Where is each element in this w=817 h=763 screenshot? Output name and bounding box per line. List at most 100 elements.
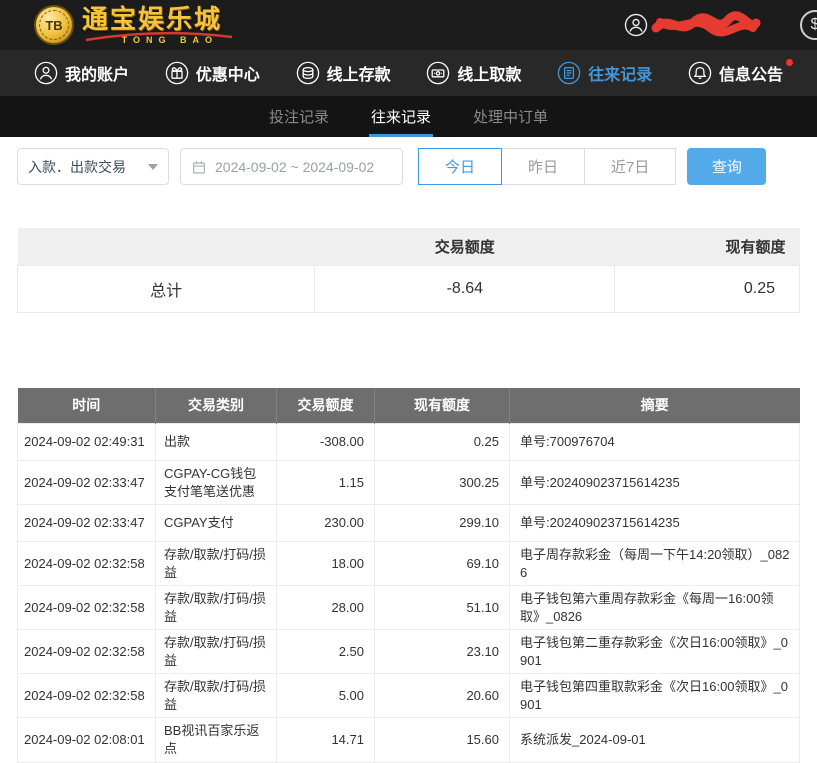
cell-type: CGPAY支付 [156,505,277,542]
cell-balance: 15.60 [375,718,510,762]
table-row: 2024-09-02 02:49:31出款-308.000.25单号:70097… [18,424,800,461]
nav-item-transaction-records[interactable]: 往来记录 [557,61,652,85]
withdraw-icon [426,61,450,85]
cell-type: BB视讯百家乐返点 [156,718,277,762]
bell-icon [688,61,712,85]
table-row: 2024-09-02 02:33:47CGPAY-CG钱包支付笔笔送优惠1.15… [18,461,800,505]
date-range-input[interactable]: 2024-09-02 ~ 2024-09-02 [180,148,403,185]
cell-type: 存款/取款/打码/损益 [156,630,277,674]
records-section: 时间 交易类别 交易额度 现有额度 摘要 2024-09-02 02:49:31… [17,388,800,763]
currency-symbol: $ [811,16,817,34]
cell-summary: 电子钱包第二重存款彩金《次日16:00领取》_0901 [510,630,800,674]
summary-total-amount: -8.64 [315,265,615,312]
cell-summary: 单号:202409023715614235 [510,461,800,505]
tab-betting-records[interactable]: 投注记录 [267,96,331,137]
cell-balance: 69.10 [375,542,510,586]
transaction-type-select[interactable]: 入款．出款交易 [17,148,169,185]
summary-header-row: 交易额度 现有额度 [18,228,800,265]
nav-label: 我的账户 [65,61,129,85]
header-time: 时间 [18,388,156,424]
cell-balance: 20.60 [375,674,510,718]
cell-summary: 电子钱包第六重周存款彩金《每周一16:00领取》_0826 [510,586,800,630]
cell-balance: 51.10 [375,586,510,630]
cell-summary: 单号:202409023715614235 [510,505,800,542]
notification-dot [786,59,793,66]
cell-balance: 299.10 [375,505,510,542]
records-table-body: 2024-09-02 02:49:31出款-308.000.25单号:70097… [18,424,800,763]
chevron-down-icon [148,164,158,170]
today-button[interactable]: 今日 [418,148,502,185]
nav-item-online-deposit[interactable]: 线上存款 [296,61,391,85]
cell-amount: 2.50 [277,630,375,674]
brand-swoosh [84,30,234,42]
cell-summary: 电子钱包第四重取款彩金《次日16:00领取》_0901 [510,674,800,718]
cell-amount: 5.00 [277,674,375,718]
nav-item-my-account[interactable]: 我的账户 [34,61,129,85]
summary-total-label: 总计 [18,265,315,312]
cell-time: 2024-09-02 02:08:01 [18,718,156,762]
summary-table: 交易额度 现有额度 总计 -8.64 0.25 [17,228,800,313]
date-range-value: 2024-09-02 ~ 2024-09-02 [215,159,374,175]
cell-amount: 230.00 [277,505,375,542]
table-row: 2024-09-02 02:32:58存款/取款/打码/损益28.0051.10… [18,586,800,630]
table-row: 2024-09-02 02:32:58存款/取款/打码/损益18.0069.10… [18,542,800,586]
cell-amount: 18.00 [277,542,375,586]
summary-section: 交易额度 现有额度 总计 -8.64 0.25 [17,228,800,313]
cell-time: 2024-09-02 02:32:58 [18,542,156,586]
cell-time: 2024-09-02 02:49:31 [18,424,156,461]
summary-header-amount: 交易额度 [315,228,615,265]
nav-label: 优惠中心 [196,61,260,85]
user-avatar-icon[interactable] [624,13,648,37]
records-header-row: 时间 交易类别 交易额度 现有额度 摘要 [18,388,800,424]
summary-total-row: 总计 -8.64 0.25 [18,265,800,312]
table-row: 2024-09-02 02:32:58存款/取款/打码/损益5.0020.60电… [18,674,800,718]
cell-balance: 300.25 [375,461,510,505]
nav-label: 线上取款 [457,61,521,85]
nav-item-promotions[interactable]: 优惠中心 [165,61,260,85]
table-row: 2024-09-02 02:08:01BB视讯百家乐返点14.7115.60系统… [18,718,800,762]
gift-icon [165,61,189,85]
header-balance: 现有额度 [375,388,510,424]
search-button[interactable]: 查询 [687,148,766,185]
records-icon [557,61,581,85]
topbar-right: $ [624,10,817,40]
cell-amount: 1.15 [277,461,375,505]
cell-summary: 电子周存款彩金（每周一下午14:20领取）_0826 [510,542,800,586]
quick-range-group: 今日 昨日 近7日 [418,148,676,185]
yesterday-button[interactable]: 昨日 [501,148,585,185]
user-icon [34,61,58,85]
summary-header-blank [18,228,315,265]
cell-type: 出款 [156,424,277,461]
cell-amount: -308.00 [277,424,375,461]
calendar-icon [191,159,207,175]
nav-item-announcements[interactable]: 信息公告 [688,61,783,85]
tab-label: 投注记录 [269,106,329,127]
cell-time: 2024-09-02 02:32:58 [18,586,156,630]
brand-logo[interactable]: TB 通宝娱乐城 TONG BAO [34,5,222,45]
summary-header-balance: 现有额度 [615,228,800,265]
cell-type: CGPAY-CG钱包支付笔笔送优惠 [156,461,277,505]
transaction-type-value: 入款．出款交易 [28,157,126,177]
cell-summary: 系统派发_2024-09-01 [510,718,800,762]
table-row: 2024-09-02 02:33:47CGPAY支付230.00299.10单号… [18,505,800,542]
tab-transaction-records[interactable]: 往来记录 [369,96,433,137]
tab-label: 往来记录 [371,106,431,127]
nav-item-online-withdrawal[interactable]: 线上取款 [426,61,521,85]
cell-amount: 14.71 [277,718,375,762]
last-7-days-button[interactable]: 近7日 [584,148,676,185]
tab-processing-orders[interactable]: 处理中订单 [471,96,550,137]
brand-text: 通宝娱乐城 TONG BAO [82,6,222,45]
header-summary: 摘要 [510,388,800,424]
cell-summary: 单号:700976704 [510,424,800,461]
currency-icon[interactable]: $ [800,10,817,40]
coin-logo-icon: TB [34,5,74,45]
nav-label: 信息公告 [719,61,783,85]
table-row: 2024-09-02 02:32:58存款/取款/打码/损益2.5023.10电… [18,630,800,674]
redaction-scribble [650,10,762,40]
cell-time: 2024-09-02 02:32:58 [18,630,156,674]
summary-total-balance: 0.25 [615,265,800,312]
filter-bar: 入款．出款交易 2024-09-02 ~ 2024-09-02 今日 昨日 近7… [0,137,817,185]
brand-title: 通宝娱乐城 [82,6,222,32]
cell-time: 2024-09-02 02:33:47 [18,505,156,542]
tab-label: 处理中订单 [473,106,548,127]
